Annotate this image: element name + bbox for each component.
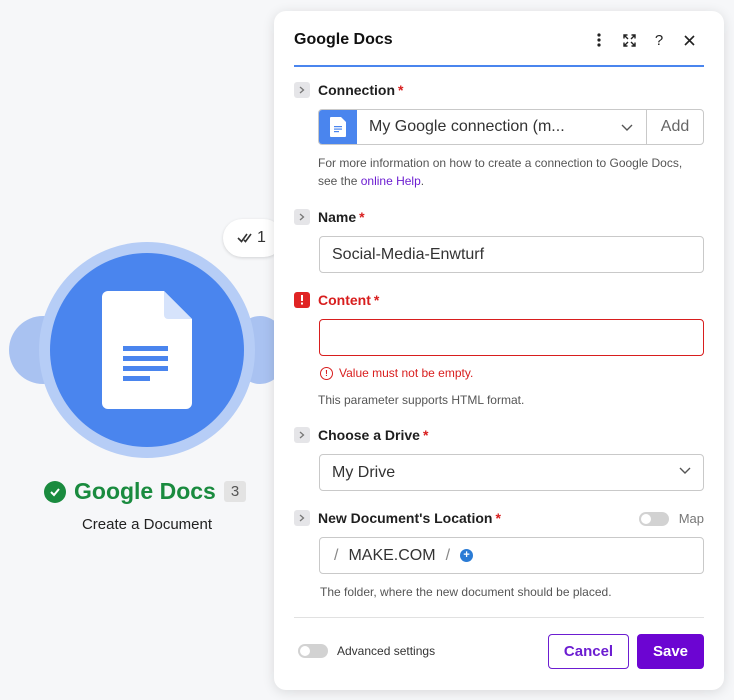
advanced-settings-toggle[interactable]: Advanced settings (298, 644, 435, 658)
more-vertical-icon[interactable] (584, 29, 614, 51)
module-name: Google Docs (74, 478, 216, 504)
path-separator: / (334, 546, 339, 564)
connection-help-text: For more information on how to create a … (318, 154, 688, 190)
map-toggle-switch[interactable] (638, 511, 669, 526)
drive-value: My Drive (332, 463, 396, 481)
name-label-row: Name * (294, 209, 365, 225)
online-help-link[interactable]: online Help (361, 174, 421, 188)
chevron-down-icon[interactable] (608, 110, 646, 144)
content-input[interactable] (319, 319, 704, 356)
chevron-down-icon (679, 467, 691, 474)
panel-header: Google Docs ? (294, 29, 704, 67)
path-folder-make-com[interactable]: MAKE.COM (348, 547, 435, 565)
connection-help-end: . (420, 174, 425, 188)
expand-chevron-icon[interactable] (294, 82, 310, 98)
map-label: Map (678, 511, 704, 526)
panel-header-actions: ? (584, 29, 704, 51)
operation-count-badge: 3 (223, 481, 247, 502)
advanced-settings-switch[interactable] (298, 644, 328, 658)
path-separator: / (445, 546, 451, 564)
success-check-icon (44, 480, 66, 503)
google-docs-icon (102, 291, 192, 409)
module-settings-panel: Google Docs ? Connection * My Google con… (274, 11, 724, 690)
location-label: New Document's Location (318, 510, 493, 526)
expand-chevron-icon[interactable] (294, 510, 310, 526)
content-hint: This parameter supports HTML format. (318, 393, 525, 407)
content-error-text: Value must not be empty. (339, 366, 474, 380)
google-docs-module[interactable] (50, 253, 244, 447)
expand-chevron-icon[interactable] (294, 427, 310, 443)
footer-divider (294, 617, 704, 618)
required-mark: * (373, 292, 380, 308)
content-label: Content (318, 292, 371, 308)
advanced-settings-label: Advanced settings (337, 644, 436, 658)
cancel-button[interactable]: Cancel (548, 634, 629, 669)
required-mark: * (422, 427, 429, 443)
expand-chevron-icon[interactable] (294, 209, 310, 225)
name-input[interactable]: Social-Media-Enwturf (319, 236, 704, 273)
expand-icon[interactable] (614, 29, 644, 51)
required-mark: * (398, 82, 404, 98)
module-subtitle: Create a Document (81, 516, 213, 533)
map-toggle[interactable]: Map (638, 511, 704, 526)
panel-title: Google Docs (294, 31, 393, 48)
error-alert-icon (294, 292, 310, 308)
close-icon[interactable] (674, 29, 704, 51)
name-label: Name (318, 209, 357, 225)
content-label-row: Content * (294, 292, 379, 308)
required-mark: * (495, 510, 501, 526)
location-hint: The folder, where the new document shoul… (320, 585, 612, 599)
double-check-icon (237, 233, 252, 243)
connection-select[interactable]: My Google connection (m... Add (318, 109, 704, 145)
content-error-message: ! Value must not be empty. (320, 366, 473, 380)
save-button[interactable]: Save (637, 634, 704, 669)
required-mark: * (359, 209, 365, 225)
location-label-row: New Document's Location * (294, 510, 501, 526)
drive-label-row: Choose a Drive * (294, 427, 428, 443)
module-title: Google Docs 3 (44, 478, 247, 505)
add-connection-button[interactable]: Add (646, 110, 703, 144)
drive-label: Choose a Drive (318, 427, 420, 443)
connection-value: My Google connection (m... (369, 118, 565, 135)
google-docs-icon (319, 110, 357, 144)
location-path-field[interactable]: / MAKE.COM / + (319, 537, 704, 574)
add-folder-icon[interactable]: + (460, 549, 474, 562)
error-circle-icon: ! (320, 366, 333, 380)
help-icon[interactable]: ? (644, 29, 674, 51)
connection-label: Connection (318, 82, 395, 98)
run-count-value: 1 (257, 229, 266, 246)
drive-select[interactable]: My Drive (319, 454, 704, 491)
connection-label-row: Connection * (294, 82, 403, 98)
